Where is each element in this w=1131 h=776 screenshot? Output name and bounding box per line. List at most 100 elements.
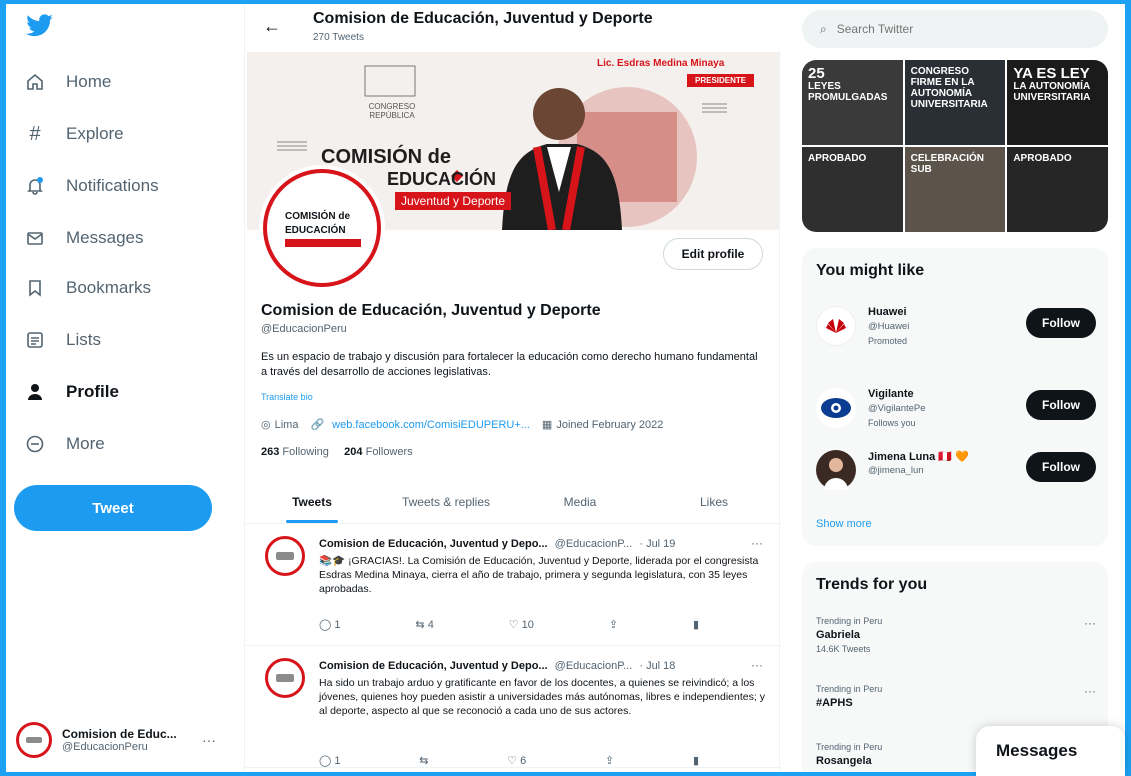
analytics-button[interactable]: ▮ bbox=[693, 754, 699, 767]
tab-tweets[interactable]: Tweets bbox=[245, 480, 379, 523]
tweet-text: Ha sido un trabajo arduo y gratificante … bbox=[319, 677, 765, 717]
nav-home[interactable]: Home bbox=[18, 60, 208, 104]
tweet-header: Comision de Educación, Juventud y Depo..… bbox=[319, 538, 675, 550]
vigilante-logo-icon bbox=[816, 388, 856, 428]
calendar-icon: ▦ bbox=[541, 419, 553, 431]
media-thumbnail[interactable]: APROBADO bbox=[1007, 147, 1108, 232]
suggestion-name: Huawei bbox=[868, 306, 907, 318]
more-dots-icon[interactable]: ··· bbox=[1084, 684, 1096, 698]
reply-icon: ◯ bbox=[319, 755, 332, 767]
media-thumbnail[interactable]: 25 LEYES PROMULGADAS bbox=[802, 60, 903, 145]
suggestion-item[interactable]: Vigilante @VigilantePe Follows you Follo… bbox=[816, 382, 1096, 434]
list-icon bbox=[22, 327, 48, 353]
more-dots-icon[interactable]: ··· bbox=[751, 536, 763, 550]
suggestion-name: Vigilante bbox=[868, 388, 914, 400]
profile-joined: Joined February 2022 bbox=[556, 418, 664, 431]
tweet-date[interactable]: · Jul 18 bbox=[639, 660, 675, 672]
media-thumbnail[interactable]: APROBADO bbox=[802, 147, 903, 232]
nav-bookmarks-label: Bookmarks bbox=[66, 278, 152, 297]
retweet-button[interactable]: ⇆ 4 bbox=[415, 618, 433, 631]
profile-header-bar: ← Comision de Educación, Juventud y Depo… bbox=[245, 4, 781, 50]
home-icon bbox=[22, 69, 48, 95]
profile-stats: 263 Following 204 Followers bbox=[261, 446, 413, 458]
account-name: Comision de Educ... bbox=[62, 727, 177, 741]
more-dots-icon[interactable]: ··· bbox=[1084, 616, 1096, 630]
profile-handle: @EducacionPeru bbox=[261, 323, 347, 335]
tweet-item[interactable]: Comision de Educación, Juventud y Depo..… bbox=[245, 526, 781, 646]
tweet-button[interactable]: Tweet bbox=[14, 485, 212, 531]
tweet-avatar[interactable] bbox=[265, 658, 305, 698]
translate-bio-link[interactable]: Translate bio bbox=[261, 392, 313, 402]
reply-button[interactable]: ◯ 1 bbox=[319, 618, 341, 631]
tweet-author-name[interactable]: Comision de Educación, Juventud y Depo..… bbox=[319, 538, 548, 550]
suggestion-name: Jimena Luna 🇵🇪 🧡 bbox=[868, 451, 969, 463]
follow-button[interactable]: Follow bbox=[1026, 308, 1096, 338]
back-arrow-icon[interactable]: ← bbox=[263, 16, 281, 37]
tab-tweets-replies[interactable]: Tweets & replies bbox=[379, 480, 513, 523]
followers-stat[interactable]: 204 Followers bbox=[344, 446, 413, 458]
nav-notifications[interactable]: Notifications bbox=[18, 164, 208, 208]
reply-button[interactable]: ◯ 1 bbox=[319, 754, 341, 767]
more-dots-icon[interactable]: ··· bbox=[751, 658, 763, 672]
share-button[interactable]: ⇪ bbox=[605, 754, 614, 767]
follow-button[interactable]: Follow bbox=[1026, 452, 1096, 482]
envelope-icon bbox=[22, 225, 48, 251]
suggestion-item[interactable]: Huawei @Huawei Promoted Follow bbox=[816, 300, 1096, 352]
nav-explore-label: Explore bbox=[66, 124, 124, 143]
follow-button[interactable]: Follow bbox=[1026, 390, 1096, 420]
more-dots-icon[interactable]: ··· bbox=[202, 732, 216, 748]
share-icon: ⇪ bbox=[604, 755, 615, 767]
like-button[interactable]: ♡ 6 bbox=[507, 754, 526, 767]
trend-context: Trending in Peru bbox=[816, 684, 883, 694]
avatar-red-bar bbox=[285, 239, 361, 247]
following-stat[interactable]: 263 Following bbox=[261, 446, 329, 458]
retweet-button[interactable]: ⇆ bbox=[419, 754, 428, 767]
tweet-item[interactable]: Comision de Educación, Juventud y Depo..… bbox=[245, 648, 781, 768]
tweet-avatar[interactable] bbox=[265, 536, 305, 576]
heart-icon: ♡ bbox=[507, 755, 518, 767]
media-thumbnail[interactable]: YA ES LEY LA AUTONOMÍA UNIVERSITARIA bbox=[1007, 60, 1108, 145]
tweet-date[interactable]: · Jul 19 bbox=[639, 538, 675, 550]
tab-likes[interactable]: Likes bbox=[647, 480, 781, 523]
search-box[interactable]: ⌕ bbox=[802, 10, 1108, 48]
edit-profile-button[interactable]: Edit profile bbox=[663, 238, 763, 270]
banner-presenter-role: PRESIDENTE bbox=[687, 74, 755, 87]
tab-media[interactable]: Media bbox=[513, 480, 647, 523]
tweet-author-name[interactable]: Comision de Educación, Juventud y Depo..… bbox=[319, 660, 548, 672]
twitter-bird-icon[interactable] bbox=[26, 14, 56, 42]
profile-bio: Es un espacio de trabajo y discusión par… bbox=[261, 351, 758, 378]
nav-explore[interactable]: # Explore bbox=[18, 112, 208, 156]
suggestion-item[interactable]: Jimena Luna 🇵🇪 🧡 @jimena_lun Follow bbox=[816, 444, 1096, 496]
analytics-button[interactable]: ▮ bbox=[693, 618, 699, 631]
profile-tabs: Tweets Tweets & replies Media Likes bbox=[245, 480, 781, 524]
share-button[interactable]: ⇪ bbox=[609, 618, 618, 631]
suggestion-handle: @jimena_lun bbox=[868, 465, 924, 476]
banner-comision-line: COMISIÓN de bbox=[321, 146, 452, 168]
media-thumbnail[interactable]: CONGRESO FIRME EN LA AUTONOMÍA UNIVERSIT… bbox=[904, 60, 1006, 145]
like-button[interactable]: ♡ 10 bbox=[509, 618, 534, 631]
nav-bookmarks[interactable]: Bookmarks bbox=[18, 266, 208, 310]
nav-messages[interactable]: Messages bbox=[18, 216, 208, 260]
nav-more[interactable]: More bbox=[18, 422, 208, 466]
account-switcher[interactable]: Comision de Educ... @EducacionPeru ··· bbox=[16, 714, 228, 766]
show-more-link[interactable]: Show more bbox=[816, 518, 872, 530]
suggestion-handle: @VigilantePe bbox=[868, 403, 926, 414]
avatar bbox=[16, 722, 52, 758]
profile-link[interactable]: web.facebook.com/ComisiEDUPERU+... bbox=[332, 419, 530, 431]
nav-notifications-label: Notifications bbox=[66, 176, 159, 195]
card-title: Trends for you bbox=[816, 576, 928, 593]
nav-lists[interactable]: Lists bbox=[18, 318, 208, 362]
media-thumbnail[interactable]: CELEBRACIÓN SUB bbox=[904, 147, 1006, 232]
profile-column: ← Comision de Educación, Juventud y Depo… bbox=[244, 4, 781, 772]
banner-presenter-name: Lic. Esdras Medina Minaya bbox=[597, 58, 725, 69]
banner-juventud-line: Juventud y Deporte bbox=[395, 192, 512, 210]
profile-location: Lima bbox=[274, 418, 299, 431]
search-input[interactable] bbox=[836, 22, 1067, 36]
location-pin-icon: ◎ bbox=[261, 419, 271, 431]
nav-profile[interactable]: Profile bbox=[18, 370, 208, 414]
profile-name: Comision de Educación, Juventud y Deport… bbox=[261, 302, 601, 319]
trend-item[interactable]: Trending in Peru Gabriela 14.6K Tweets ·… bbox=[816, 616, 1096, 676]
profile-avatar[interactable]: COMISIÓN de EDUCACIÓN bbox=[263, 169, 381, 287]
person-icon bbox=[22, 379, 48, 405]
messages-drawer[interactable]: Messages bbox=[976, 726, 1125, 776]
